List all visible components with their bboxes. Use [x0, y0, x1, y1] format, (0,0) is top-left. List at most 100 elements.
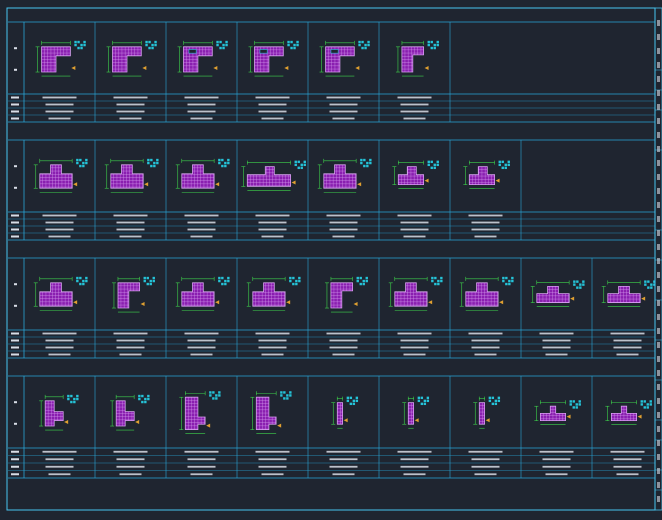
hatch-cell — [430, 40, 433, 44]
table-cell-mark — [400, 228, 429, 231]
table-cell-mark — [113, 450, 148, 453]
title-text-mark — [657, 384, 660, 390]
table-cell-mark — [187, 339, 216, 342]
title-text-mark — [657, 188, 660, 194]
hatch-cell — [82, 164, 85, 168]
title-text-mark — [657, 258, 660, 264]
hatch-cell — [292, 276, 295, 280]
hatch-cell — [505, 282, 508, 286]
hatch-cell — [77, 40, 80, 44]
table-cell-mark — [45, 346, 74, 349]
table-cell-mark — [329, 465, 358, 468]
hatch-cell — [420, 396, 424, 400]
hatch-cell — [298, 276, 301, 280]
title-text-mark — [657, 62, 660, 68]
title-text-mark — [657, 230, 660, 236]
table-cell-mark — [471, 228, 500, 231]
table-cell-mark — [329, 103, 358, 106]
table-cell-mark — [45, 103, 74, 106]
hatch-cell — [77, 46, 80, 50]
section-label-mark — [14, 304, 17, 307]
table-cell-mark — [255, 214, 290, 217]
table-cell-mark — [400, 339, 429, 342]
hatch-cell — [434, 282, 437, 286]
hatch-cell — [289, 276, 292, 280]
column-section — [407, 402, 414, 425]
table-cell-mark — [45, 458, 74, 461]
hatch-cell — [300, 166, 303, 170]
hatch-cell — [361, 40, 364, 44]
hatch-cell — [502, 276, 505, 280]
hatch-cell — [579, 283, 582, 286]
hatch-cell — [433, 46, 436, 50]
hatch-cell — [218, 391, 221, 394]
hatch-cell — [216, 40, 219, 44]
title-text-mark — [657, 328, 660, 334]
table-cell-mark — [400, 110, 429, 113]
section-label-mark — [14, 186, 17, 189]
table-cell-mark — [113, 332, 148, 335]
table-cell-mark — [403, 235, 426, 238]
table-cell-mark — [326, 332, 361, 335]
hatch-cell — [300, 163, 303, 167]
table-cell-mark — [539, 332, 574, 335]
title-text-mark — [657, 468, 660, 474]
hatch-cell — [501, 166, 504, 170]
table-cell-mark — [329, 221, 358, 224]
hatch-cell — [507, 160, 510, 164]
hatch-cell — [569, 400, 572, 403]
hatch-cell — [369, 161, 372, 165]
hatch-cell — [420, 402, 424, 406]
hatch-cell — [440, 279, 443, 283]
table-cell-mark — [116, 339, 145, 342]
hatch-cell — [216, 43, 219, 47]
hatch-cell — [280, 394, 283, 397]
table-row-label-mark — [11, 465, 19, 468]
hatch-cell — [505, 276, 508, 280]
hatch-cell — [147, 394, 150, 398]
hatch-cell — [646, 403, 649, 406]
hatch-cell — [437, 282, 440, 286]
table-cell-mark — [116, 103, 145, 106]
title-text-mark — [657, 132, 660, 138]
hatch-cell — [366, 164, 369, 168]
hatch-cell — [289, 391, 292, 394]
hatch-cell — [138, 394, 141, 398]
hatch-cell — [298, 279, 301, 283]
hatch-cell — [83, 43, 86, 47]
table-cell-mark — [332, 235, 355, 238]
hatch-cell — [650, 283, 653, 286]
hatch-cell — [145, 40, 148, 44]
table-cell-mark — [542, 339, 571, 342]
table-cell-mark — [258, 221, 287, 224]
table-cell-mark — [400, 221, 429, 224]
table-cell-mark — [474, 353, 497, 356]
hatch-cell — [286, 397, 289, 400]
hatch-cell — [209, 391, 212, 394]
hatch-cell — [423, 402, 427, 406]
table-cell-mark — [45, 465, 74, 468]
hatch-cell — [364, 43, 367, 47]
hatch-cell — [349, 396, 353, 400]
hatch-cell — [430, 166, 433, 170]
hatch-cell — [149, 279, 152, 283]
table-cell-mark — [261, 117, 284, 120]
hatch-cell — [212, 397, 215, 400]
hatch-cell — [647, 286, 650, 289]
hatch-cell — [508, 282, 511, 286]
table-cell-mark — [616, 353, 639, 356]
hatch-cell — [147, 161, 150, 165]
hatch-cell — [290, 46, 293, 50]
hatch-cell — [146, 276, 149, 280]
table-cell-mark — [261, 473, 284, 476]
opening — [330, 49, 339, 54]
hatch-cell — [297, 160, 300, 164]
table-cell-mark — [610, 332, 645, 335]
title-text-mark — [657, 300, 660, 306]
hatch-cell — [508, 279, 511, 283]
hatch-cell — [287, 40, 290, 44]
hatch-cell — [286, 394, 289, 397]
table-cell-mark — [542, 465, 571, 468]
table-row-label-mark — [11, 221, 19, 224]
hatch-cell — [148, 46, 151, 50]
